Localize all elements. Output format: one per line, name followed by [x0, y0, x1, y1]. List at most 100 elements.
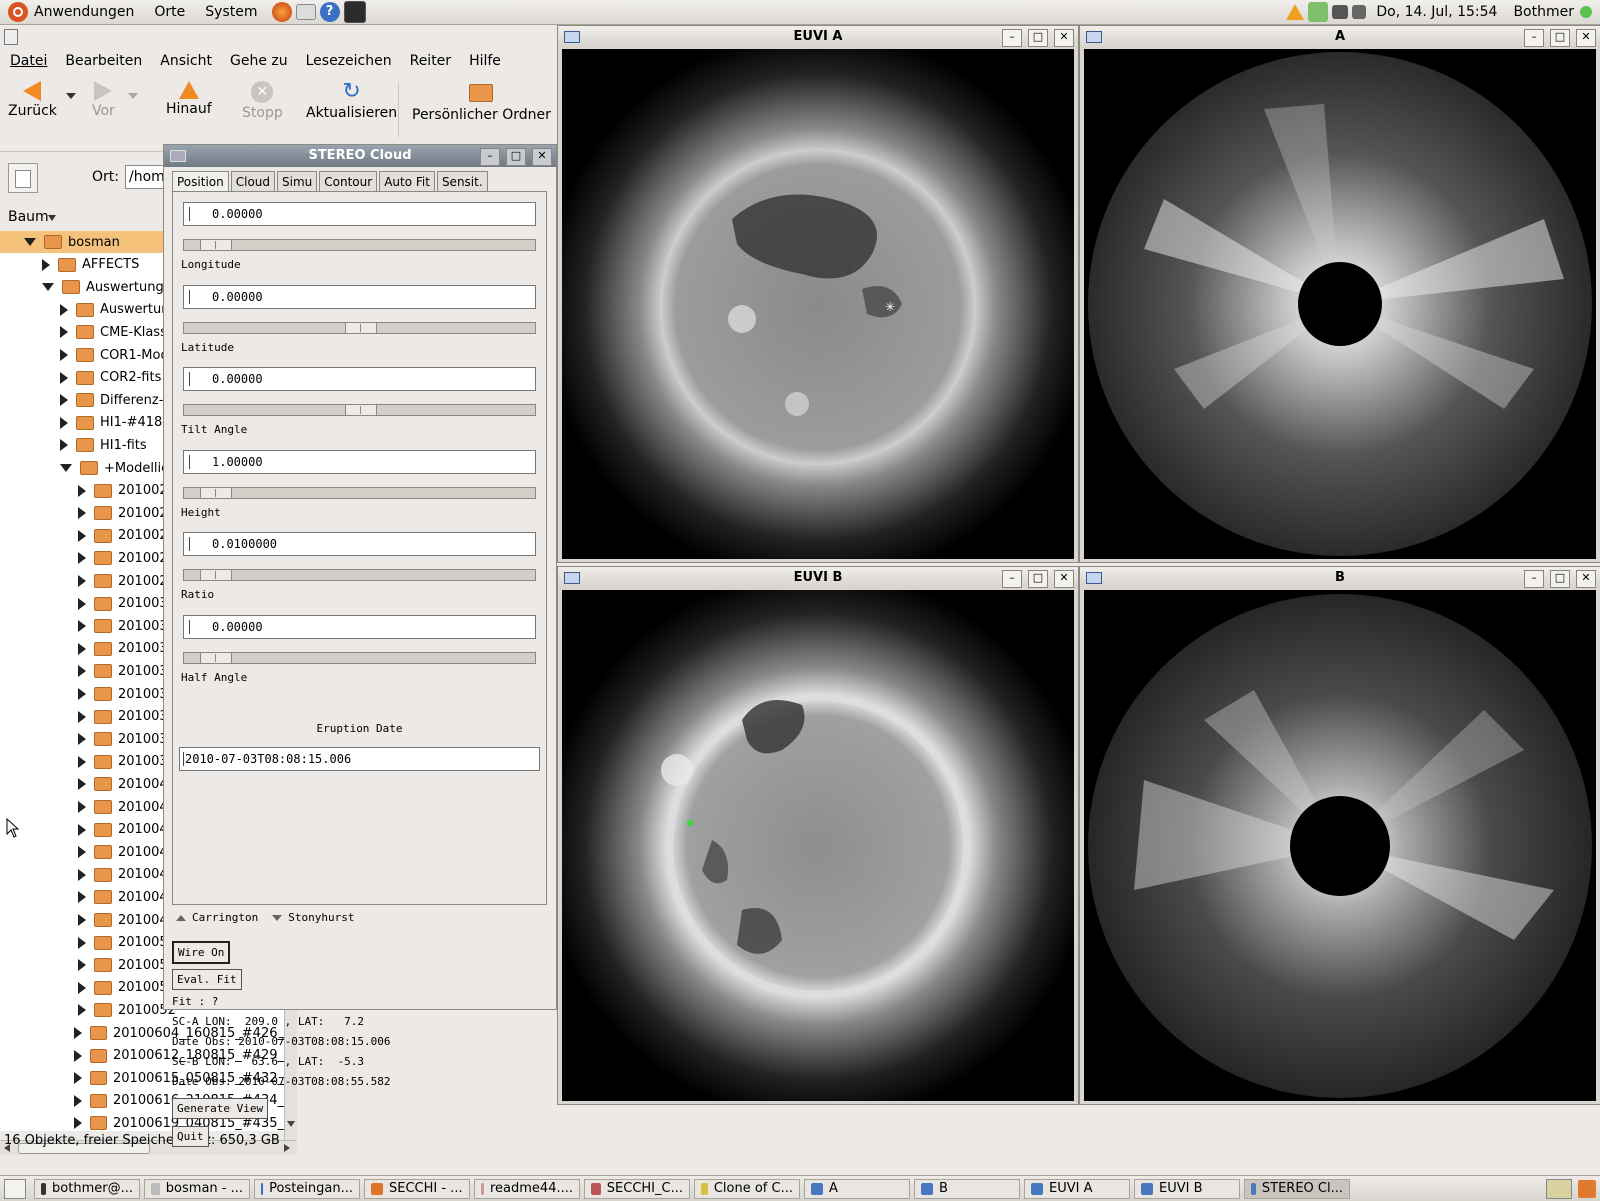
minimize-button[interactable]: – [1002, 29, 1022, 47]
maximize-button[interactable]: □ [506, 148, 526, 166]
back-history-chevron-icon[interactable] [66, 93, 76, 99]
window-menu-icon[interactable] [4, 29, 18, 45]
clock[interactable]: Do, 14. Jul, 15:54 [1376, 4, 1497, 20]
close-button[interactable]: ✕ [1054, 570, 1074, 588]
expander-closed-icon[interactable] [78, 484, 86, 497]
menu-system[interactable]: System [205, 4, 257, 20]
menu-hilfe[interactable]: Hilfe [469, 53, 501, 69]
value-input[interactable]: 0.00000 [183, 202, 536, 226]
expander-closed-icon[interactable] [78, 507, 86, 520]
cor-b-image[interactable] [1084, 590, 1596, 1101]
help-icon[interactable]: ? [319, 2, 340, 22]
sidebar-mode-select[interactable]: Baum [8, 209, 49, 225]
euvi-a-image[interactable]: ✳ [562, 49, 1074, 559]
close-button[interactable]: ✕ [1054, 29, 1074, 47]
maximize-button[interactable]: □ [1028, 29, 1048, 47]
expander-open-icon[interactable] [60, 464, 72, 472]
tab-cloud[interactable]: Cloud [230, 171, 276, 192]
window-menu-icon[interactable] [564, 572, 580, 584]
radio-stonyhurst[interactable]: Stonyhurst [288, 911, 354, 924]
expander-closed-icon[interactable] [78, 665, 86, 678]
slider-thumb[interactable] [200, 487, 233, 498]
firefox-icon[interactable] [271, 2, 292, 22]
window-menu-icon[interactable] [1086, 31, 1102, 43]
expander-closed-icon[interactable] [78, 801, 86, 813]
menu-gehe-zu[interactable]: Gehe zu [230, 53, 288, 69]
up-button[interactable]: Hinauf [166, 81, 212, 117]
home-folder-button[interactable]: Persönlicher Ordner [412, 81, 551, 123]
taskbar-item[interactable]: Clone of C... [694, 1178, 800, 1199]
expander-closed-icon[interactable] [60, 394, 68, 407]
expander-open-icon[interactable] [42, 283, 54, 292]
expander-closed-icon[interactable] [78, 755, 86, 768]
maximize-button[interactable]: □ [1550, 29, 1570, 47]
scroll-down-icon[interactable] [287, 1121, 295, 1127]
edit-location-button[interactable] [8, 163, 38, 193]
tab-simu[interactable]: Simu [277, 171, 318, 192]
chevron-down-icon[interactable] [48, 215, 56, 221]
taskbar-item[interactable]: bosman - ... [144, 1178, 250, 1199]
menu-places[interactable]: Orte [154, 4, 185, 20]
expander-closed-icon[interactable] [78, 575, 86, 587]
stop-button[interactable]: ✕ Stopp [242, 81, 283, 121]
close-button[interactable]: ✕ [532, 148, 552, 166]
tab-contour[interactable]: Contour [319, 171, 378, 192]
slider-thumb[interactable] [200, 240, 233, 250]
close-button[interactable]: ✕ [1576, 570, 1596, 588]
expander-closed-icon[interactable] [78, 936, 86, 949]
reload-button[interactable]: ↻ Aktualisieren [306, 81, 397, 122]
taskbar-item[interactable]: Posteingan... [254, 1178, 360, 1199]
radio-carrington-icon[interactable] [176, 914, 186, 921]
maximize-button[interactable]: □ [1028, 570, 1048, 588]
value-input[interactable]: 0.0100000 [183, 532, 536, 556]
expander-closed-icon[interactable] [78, 642, 86, 655]
taskbar-item[interactable]: SECCHI - ... [364, 1178, 470, 1199]
menu-reiter[interactable]: Reiter [410, 53, 451, 69]
ubuntu-logo-icon[interactable] [8, 2, 28, 22]
minimize-button[interactable]: – [480, 148, 500, 166]
wire-on-button[interactable]: Wire On [172, 941, 231, 964]
expander-closed-icon[interactable] [73, 1094, 82, 1107]
expander-open-icon[interactable] [24, 238, 36, 246]
expander-closed-icon[interactable] [73, 1072, 82, 1085]
expander-closed-icon[interactable] [73, 1049, 82, 1062]
minimize-button[interactable]: – [1524, 29, 1544, 47]
expander-closed-icon[interactable] [78, 959, 86, 972]
minimize-button[interactable]: – [1524, 570, 1544, 588]
expander-closed-icon[interactable] [78, 846, 86, 859]
radio-stonyhurst-icon[interactable] [272, 914, 283, 921]
expander-closed-icon[interactable] [78, 981, 86, 994]
forward-history-chevron-icon[interactable] [128, 93, 138, 99]
expander-closed-icon[interactable] [78, 868, 86, 881]
value-slider[interactable] [183, 569, 536, 581]
window-menu-icon[interactable] [1086, 572, 1102, 584]
value-input[interactable]: 0.00000 [183, 367, 536, 391]
menu-lesezeichen[interactable]: Lesezeichen [306, 53, 392, 69]
slider-thumb[interactable] [344, 405, 377, 415]
euvi-b-image[interactable] [562, 590, 1074, 1101]
value-slider[interactable] [183, 404, 536, 416]
cor-a-image[interactable] [1084, 49, 1596, 559]
taskbar-item[interactable]: readme44.... [474, 1178, 580, 1199]
back-button[interactable]: Zurück [8, 81, 57, 119]
trash-icon[interactable] [1578, 1179, 1596, 1198]
tab-position[interactable]: Position [172, 171, 229, 192]
expander-closed-icon[interactable] [78, 688, 86, 700]
maximize-button[interactable]: □ [1550, 570, 1570, 588]
menu-ansicht[interactable]: Ansicht [160, 53, 212, 69]
workspace-switcher-icon[interactable] [1546, 1178, 1572, 1199]
value-input[interactable]: 0.00000 [183, 614, 536, 639]
expander-closed-icon[interactable] [60, 371, 68, 384]
terminal-icon[interactable] [343, 1, 366, 23]
expander-closed-icon[interactable] [78, 1004, 86, 1017]
expander-closed-icon[interactable] [78, 597, 86, 610]
network-icon[interactable] [1332, 5, 1349, 19]
window-menu-icon[interactable] [564, 31, 580, 43]
close-button[interactable]: ✕ [1576, 29, 1596, 47]
radio-carrington[interactable]: Carrington [192, 911, 258, 924]
minimize-button[interactable]: – [1002, 570, 1022, 588]
tab-sensit[interactable]: Sensit. [436, 171, 488, 192]
expander-closed-icon[interactable] [73, 1117, 82, 1130]
update-icon[interactable] [1308, 2, 1329, 22]
value-slider[interactable] [183, 239, 536, 251]
